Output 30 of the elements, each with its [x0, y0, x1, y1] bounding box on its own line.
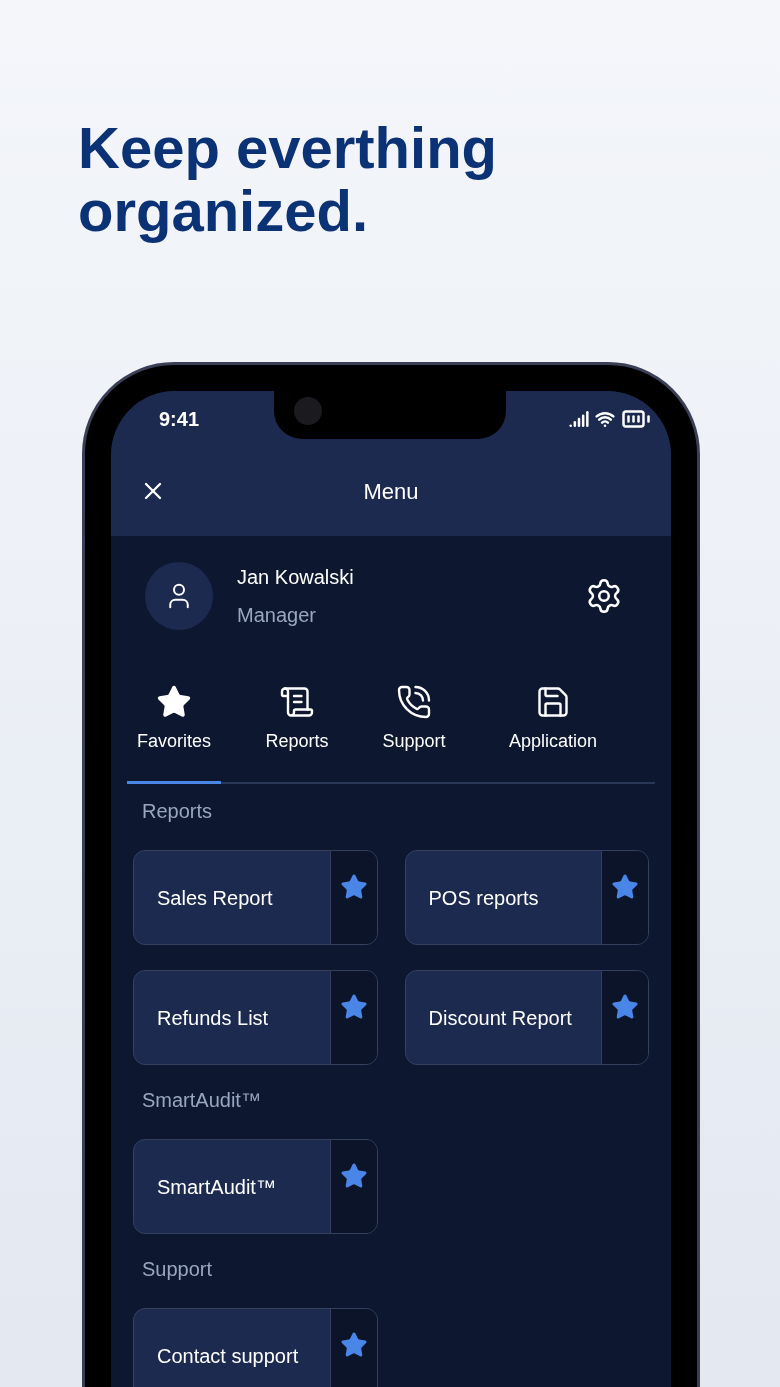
menu-title: Menu — [363, 477, 419, 506]
favorite-star-icon[interactable] — [339, 993, 368, 1021]
status-time: 9:41 — [159, 406, 200, 432]
camera-icon — [294, 397, 322, 425]
report-tile[interactable]: Discount Report — [404, 970, 649, 1065]
section-title: Support — [141, 1257, 214, 1282]
tab[interactable]: Support — [373, 680, 455, 784]
favorite-star-icon[interactable] — [339, 1331, 368, 1359]
star-icon — [156, 684, 192, 720]
user-role: Manager — [237, 603, 317, 628]
phone-icon — [396, 684, 432, 720]
user-name: Jan Kowalski — [237, 565, 355, 590]
report-tile[interactable]: SmartAudit™ — [133, 1139, 378, 1234]
favorite-star-icon[interactable] — [611, 873, 639, 901]
section-title: SmartAudit™ — [141, 1088, 262, 1113]
headline: Keep everthing organized. — [78, 116, 498, 242]
favorite-star-icon[interactable] — [339, 873, 368, 901]
section-title: Reports — [141, 799, 214, 824]
tab[interactable]: Reports — [221, 680, 373, 784]
report-tile[interactable]: Refunds List — [133, 970, 378, 1065]
report-tile[interactable]: Sales Report — [133, 850, 378, 945]
scroll-icon — [279, 684, 315, 720]
favorite-star-icon[interactable] — [611, 993, 639, 1021]
settings-button[interactable] — [585, 577, 623, 615]
report-tile[interactable]: Contact support — [133, 1308, 378, 1387]
tab[interactable]: Application — [455, 680, 651, 784]
favorite-star-icon[interactable] — [339, 1162, 368, 1190]
signal-icon — [569, 408, 589, 429]
report-tile[interactable]: POS reports — [404, 850, 649, 945]
tab[interactable]: Favorites — [127, 680, 221, 784]
